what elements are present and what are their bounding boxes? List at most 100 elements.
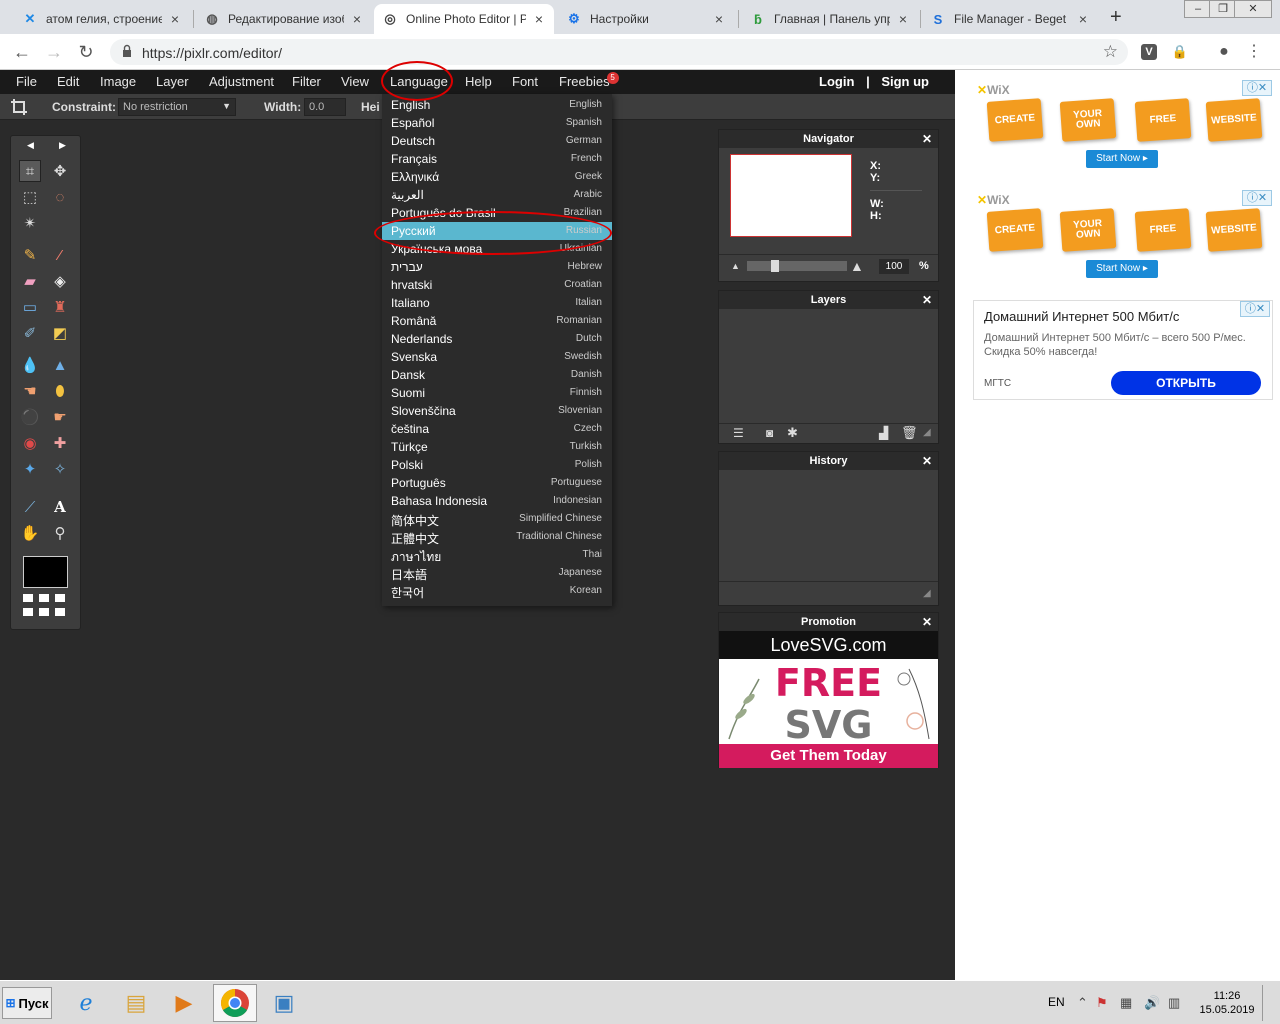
language-option[interactable]: Español Spanish — [382, 114, 612, 132]
language-option[interactable]: Română Romanian — [382, 312, 612, 330]
action-center-icon[interactable]: ⚑ — [1096, 995, 1108, 1011]
language-option[interactable]: Dansk Danish — [382, 366, 612, 384]
colorpicker-tool-icon[interactable]: ✐ — [19, 322, 41, 344]
photo-viewer-icon[interactable]: ▣ — [262, 984, 306, 1022]
ad-info-icon[interactable]: ⓘ✕ — [1240, 301, 1270, 317]
back-icon[interactable]: ← — [12, 42, 32, 62]
crop-tool-icon[interactable]: ⌗ — [19, 160, 41, 182]
language-option[interactable]: ภาษาไทย Thai — [382, 546, 612, 564]
wix-ad[interactable]: ✕WiX ⓘ✕ CREATE YOUR OWN FREE WEBSITE Sta… — [975, 78, 1273, 178]
close-icon[interactable]: × — [168, 11, 182, 27]
language-option[interactable]: Português Portuguese — [382, 474, 612, 492]
resize-grip-icon[interactable]: ◢ — [923, 427, 931, 438]
move-tool-icon[interactable]: ✥ — [49, 160, 71, 182]
layer-mask-icon[interactable]: ◙ — [766, 426, 773, 440]
minimize-button[interactable]: – — [1184, 0, 1212, 18]
zoom-input[interactable]: 100 — [879, 259, 909, 274]
menu-font[interactable]: Font — [512, 74, 538, 89]
language-option[interactable]: Italiano Italian — [382, 294, 612, 312]
close-icon[interactable]: × — [896, 11, 910, 27]
chrome-icon[interactable] — [213, 984, 257, 1022]
dodge-tool-icon[interactable]: ☛ — [49, 406, 71, 428]
close-icon[interactable]: × — [712, 11, 726, 27]
close-icon[interactable]: × — [350, 11, 364, 27]
close-icon[interactable]: ✕ — [922, 613, 932, 631]
layer-styles-icon[interactable]: ✱ — [787, 425, 798, 441]
wix-start-button[interactable]: Start Now ▸ — [1086, 260, 1158, 278]
color-swatch[interactable] — [23, 556, 68, 588]
extension-lock-icon[interactable]: 🔒 — [1170, 42, 1190, 62]
close-icon[interactable]: ✕ — [922, 452, 932, 470]
ad-info-icon[interactable]: ⓘ✕ — [1242, 190, 1272, 206]
pencil-tool-icon[interactable]: ✎ — [19, 244, 41, 266]
ad-info-icon[interactable]: ⓘ✕ — [1242, 80, 1272, 96]
browser-tab[interactable]: ƃ Главная | Панель упра × — [742, 4, 918, 34]
bloat-tool-icon[interactable]: ✦ — [19, 458, 41, 480]
bucket-tool-icon[interactable]: ◈ — [49, 270, 71, 292]
new-layer-icon[interactable]: ▟ — [879, 426, 888, 440]
zoom-out-icon[interactable]: ▲ — [731, 261, 740, 271]
language-option[interactable]: עברית Hebrew — [382, 258, 612, 276]
constraint-select[interactable]: No restriction ▼ — [118, 98, 236, 116]
magic-wand-icon[interactable]: ✴ — [19, 212, 41, 234]
browser-tab[interactable]: ◍ Редактирование изобр × — [196, 4, 372, 34]
language-option[interactable]: Bahasa Indonesia Indonesian — [382, 492, 612, 510]
drop-tool-icon[interactable]: 💧 — [19, 354, 41, 376]
stamp-tool-icon[interactable]: ♜ — [49, 296, 71, 318]
gradient-tool-icon[interactable]: ▭ — [19, 296, 41, 318]
text-tool-icon[interactable]: A — [49, 496, 71, 518]
trash-icon[interactable]: 🗑 — [901, 425, 918, 441]
pinch-tool-icon[interactable]: ✧ — [49, 458, 71, 480]
menu-freebies[interactable]: Freebies 5 — [559, 72, 619, 89]
language-option[interactable]: Deutsch German — [382, 132, 612, 150]
resize-grip-icon[interactable]: ◢ — [923, 588, 931, 599]
show-desktop-button[interactable] — [1262, 985, 1274, 1021]
language-option[interactable]: Türkçe Turkish — [382, 438, 612, 456]
mgts-open-button[interactable]: ОТКРЫТЬ — [1111, 371, 1261, 395]
language-option[interactable]: čeština Czech — [382, 420, 612, 438]
redeye-tool-icon[interactable]: ◉ — [19, 432, 41, 454]
start-button[interactable]: ⊞ Пуск — [2, 987, 52, 1019]
promo-banner[interactable]: LoveSVG.com FREE SVG Get Them Today — [719, 631, 938, 768]
browser-tab[interactable]: S File Manager - Beget × — [922, 4, 1098, 34]
new-tab-button[interactable]: + — [1110, 6, 1122, 29]
browser-tab-active[interactable]: ◎ Online Photo Editor | Pi × — [374, 4, 554, 34]
close-window-button[interactable]: ✕ — [1234, 0, 1272, 18]
width-input[interactable]: 0.0 — [304, 98, 346, 116]
promotion-body[interactable]: LoveSVG.com FREE SVG Get Them Today — [719, 631, 938, 768]
clock[interactable]: 11:26 15.05.2019 — [1198, 989, 1256, 1017]
wix-ad[interactable]: ✕WiX ⓘ✕ CREATE YOUR OWN FREE WEBSITE Sta… — [975, 188, 1273, 288]
browser-tab[interactable]: ✕ атом гелия, строение я × — [14, 4, 190, 34]
media-player-icon[interactable]: ▶ — [162, 984, 206, 1022]
forward-icon[interactable]: → — [44, 42, 64, 62]
hand-tool-icon[interactable]: ✋ — [19, 522, 41, 544]
close-icon[interactable]: ✕ — [922, 291, 932, 309]
zoom-slider[interactable] — [747, 260, 847, 272]
explorer-icon[interactable]: ▤ — [114, 984, 158, 1022]
profile-icon[interactable]: ● — [1214, 42, 1234, 62]
language-option[interactable]: 简体中文 Simplified Chinese — [382, 510, 612, 528]
restore-button[interactable]: ❐ — [1209, 0, 1237, 18]
language-option[interactable]: Nederlands Dutch — [382, 330, 612, 348]
menu-filter[interactable]: Filter — [292, 74, 321, 89]
bookmark-star-icon[interactable]: ☆ — [1103, 42, 1118, 62]
language-option[interactable]: Polski Polish — [382, 456, 612, 474]
language-option[interactable]: 한국어 Korean — [382, 582, 612, 600]
omnibox[interactable]: https://pixlr.com/editor/ ☆ — [110, 39, 1128, 65]
language-option[interactable]: Suomi Finnish — [382, 384, 612, 402]
lasso-tool-icon[interactable]: ◌ — [49, 186, 71, 208]
menu-help[interactable]: Help — [465, 74, 492, 89]
eyedropper-tool-icon[interactable]: ⟋ — [19, 496, 41, 518]
language-option[interactable]: 日本語 Japanese — [382, 564, 612, 582]
browser-tab[interactable]: ⚙ Настройки × — [558, 4, 734, 34]
eraser-tool-icon[interactable]: ▰ — [19, 270, 41, 292]
signup-link[interactable]: Sign up — [881, 74, 929, 89]
menu-view[interactable]: View — [341, 74, 369, 89]
zoom-in-icon[interactable]: ▲ — [850, 258, 864, 274]
zoom-tool-icon[interactable]: ⚲ — [49, 522, 71, 544]
language-option[interactable]: Ελληνικά Greek — [382, 168, 612, 186]
ie-icon[interactable]: ℯ — [64, 984, 108, 1022]
menu-layer[interactable]: Layer — [156, 74, 189, 89]
display-icon[interactable]: ▥ — [1168, 995, 1180, 1011]
keyboard-language[interactable]: EN — [1048, 995, 1065, 1009]
